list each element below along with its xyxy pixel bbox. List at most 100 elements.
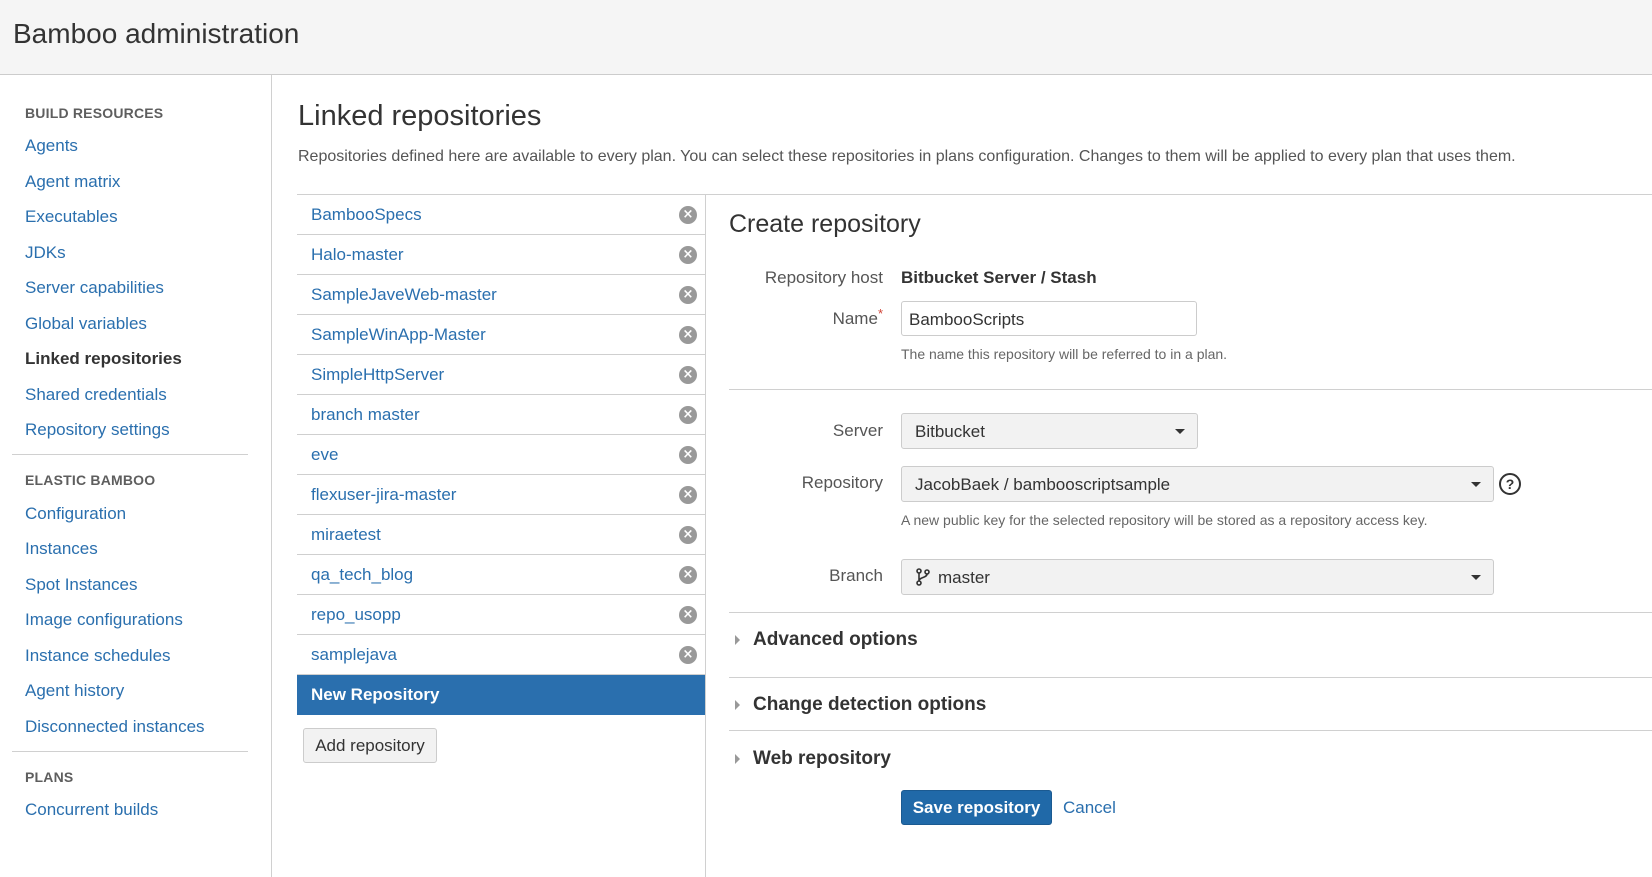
remove-icon[interactable]: × — [679, 406, 697, 424]
list-item[interactable]: SampleWinApp-Master × — [297, 315, 705, 355]
add-repository-button[interactable]: Add repository — [303, 728, 437, 763]
sidebar-item-executables[interactable]: Executables — [25, 207, 118, 227]
server-select[interactable]: Bitbucket — [901, 413, 1198, 449]
list-item[interactable]: Halo-master × — [297, 235, 705, 275]
sidebar-item-instance-schedules[interactable]: Instance schedules — [25, 646, 171, 666]
remove-icon[interactable]: × — [679, 486, 697, 504]
sidebar-item-agent-history[interactable]: Agent history — [25, 681, 124, 701]
sidebar-heading-build-resources: BUILD RESOURCES — [25, 105, 164, 121]
remove-icon[interactable]: × — [679, 526, 697, 544]
server-select-value: Bitbucket — [915, 422, 985, 441]
sidebar-item-agents[interactable]: Agents — [25, 136, 78, 156]
chevron-down-icon — [1471, 482, 1481, 487]
server-label: Server — [832, 421, 883, 440]
repository-link[interactable]: SimpleHttpServer — [311, 365, 444, 385]
caret-right-icon — [735, 635, 740, 645]
sidebar-item-shared-credentials[interactable]: Shared credentials — [25, 385, 167, 405]
list-item[interactable]: SampleJaveWeb-master × — [297, 275, 705, 315]
repository-label: Repository — [801, 473, 883, 492]
list-item[interactable]: BambooSpecs × — [297, 195, 705, 235]
header-bar: Bamboo administration — [0, 0, 1652, 75]
remove-icon[interactable]: × — [679, 286, 697, 304]
form-title: Create repository — [729, 210, 921, 238]
sidebar-item-server-capabilities[interactable]: Server capabilities — [25, 278, 164, 298]
name-field[interactable]: BambooScripts — [901, 301, 1197, 336]
list-item[interactable]: qa_tech_blog × — [297, 555, 705, 595]
repository-link[interactable]: eve — [311, 445, 338, 465]
repository-host-value: Bitbucket Server / Stash — [901, 268, 1097, 287]
remove-icon[interactable]: × — [679, 646, 697, 664]
admin-sidebar: BUILD RESOURCES Agents Agent matrix Exec… — [0, 75, 272, 877]
form-divider — [729, 677, 1652, 678]
form-divider — [729, 612, 1652, 613]
sidebar-item-image-configurations[interactable]: Image configurations — [25, 610, 183, 630]
remove-icon[interactable]: × — [679, 246, 697, 264]
sidebar-item-spot-instances[interactable]: Spot Instances — [25, 575, 137, 595]
sidebar-item-repository-settings[interactable]: Repository settings — [25, 420, 170, 440]
branch-icon — [915, 568, 931, 591]
sidebar-heading-plans: PLANS — [25, 769, 74, 785]
sidebar-divider — [12, 751, 248, 752]
help-icon[interactable]: ? — [1499, 473, 1521, 495]
repository-host-label: Repository host — [764, 268, 883, 287]
repository-link[interactable]: flexuser-jira-master — [311, 485, 456, 505]
repository-hint: A new public key for the selected reposi… — [901, 512, 1428, 528]
sidebar-item-instances[interactable]: Instances — [25, 539, 98, 559]
repository-link[interactable]: BambooSpecs — [311, 205, 422, 225]
repository-link[interactable]: miraetest — [311, 525, 381, 545]
list-item[interactable]: branch master × — [297, 395, 705, 435]
sidebar-item-jdks[interactable]: JDKs — [25, 243, 66, 263]
chevron-down-icon — [1175, 429, 1185, 434]
repository-link[interactable]: branch master — [311, 405, 420, 425]
sidebar-item-agent-matrix[interactable]: Agent matrix — [25, 172, 120, 192]
sidebar-divider — [12, 454, 248, 455]
new-repository-label: New Repository — [311, 685, 440, 704]
repository-link[interactable]: qa_tech_blog — [311, 565, 413, 585]
list-divider — [705, 195, 706, 877]
advanced-options-label: Advanced options — [753, 629, 918, 650]
name-label: Name* — [703, 306, 883, 329]
repository-select[interactable]: JacobBaek / bambooscriptsample — [901, 466, 1494, 502]
name-label-text: Name — [832, 309, 878, 328]
repository-select-value: JacobBaek / bambooscriptsample — [915, 475, 1171, 494]
repository-link[interactable]: SampleJaveWeb-master — [311, 285, 497, 305]
list-item[interactable]: miraetest × — [297, 515, 705, 555]
sidebar-item-global-variables[interactable]: Global variables — [25, 314, 147, 334]
remove-icon[interactable]: × — [679, 606, 697, 624]
cancel-link[interactable]: Cancel — [1063, 798, 1116, 818]
sidebar-item-configuration[interactable]: Configuration — [25, 504, 126, 524]
repository-link[interactable]: Halo-master — [311, 245, 404, 265]
page-title: Linked repositories — [298, 100, 542, 132]
list-item[interactable]: SimpleHttpServer × — [297, 355, 705, 395]
repository-link[interactable]: repo_usopp — [311, 605, 401, 625]
caret-right-icon — [735, 754, 740, 764]
page-description: Repositories defined here are available … — [298, 148, 1516, 165]
list-item[interactable]: repo_usopp × — [297, 595, 705, 635]
page-header-title: Bamboo administration — [13, 18, 300, 49]
form-divider — [729, 389, 1652, 390]
chevron-down-icon — [1471, 575, 1481, 580]
remove-icon[interactable]: × — [679, 566, 697, 584]
list-item[interactable]: eve × — [297, 435, 705, 475]
remove-icon[interactable]: × — [679, 326, 697, 344]
repository-link[interactable]: SampleWinApp-Master — [311, 325, 486, 345]
remove-icon[interactable]: × — [679, 446, 697, 464]
sidebar-item-linked-repositories[interactable]: Linked repositories — [25, 349, 182, 369]
repository-link[interactable]: samplejava — [311, 645, 397, 665]
repository-list: BambooSpecs × Halo-master × SampleJaveWe… — [297, 195, 705, 715]
sidebar-heading-elastic-bamboo: ELASTIC BAMBOO — [25, 472, 156, 488]
list-item[interactable]: samplejava × — [297, 635, 705, 675]
branch-select[interactable]: master — [901, 559, 1494, 595]
branch-select-value: master — [938, 568, 990, 587]
sidebar-item-disconnected-instances[interactable]: Disconnected instances — [25, 717, 205, 737]
required-mark: * — [877, 306, 883, 321]
new-repository-item[interactable]: New Repository — [297, 675, 705, 715]
list-item[interactable]: flexuser-jira-master × — [297, 475, 705, 515]
save-repository-button[interactable]: Save repository — [901, 790, 1052, 825]
sidebar-item-concurrent-builds[interactable]: Concurrent builds — [25, 800, 158, 820]
remove-icon[interactable]: × — [679, 366, 697, 384]
remove-icon[interactable]: × — [679, 206, 697, 224]
name-field-value: BambooScripts — [909, 310, 1025, 329]
name-hint: The name this repository will be referre… — [901, 346, 1228, 362]
web-repository-label: Web repository — [753, 748, 891, 769]
